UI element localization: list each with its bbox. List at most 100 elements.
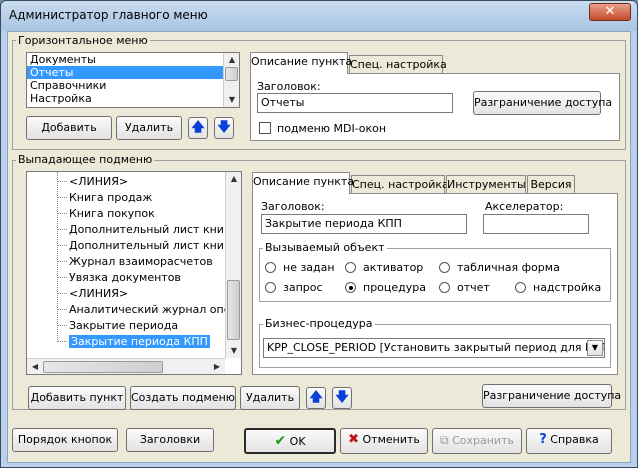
tree-item[interactable]: Аналитический журнал операц: [69, 303, 241, 316]
scroll-thumb[interactable]: [227, 280, 240, 340]
scroll-up-icon[interactable]: ▲: [224, 53, 239, 67]
ok-label: OK: [289, 435, 306, 448]
tree-item-selected[interactable]: Закрытие периода КПП: [69, 335, 210, 348]
move-item-down-button[interactable]: 🡇: [332, 387, 352, 409]
radio-addon-label: надстройка: [533, 281, 602, 294]
mdi-checkbox[interactable]: [259, 122, 271, 134]
tree-horizontal-scrollbar[interactable]: ◀ ▶: [27, 358, 225, 374]
tree-item[interactable]: Увязка документов: [69, 271, 181, 284]
tab-item-description[interactable]: Описание пункта: [250, 52, 352, 74]
tree-connector: [57, 341, 67, 342]
dropdown-menu-label: Выпадающее подменю: [16, 153, 155, 166]
scroll-up-icon[interactable]: ▲: [226, 172, 241, 186]
close-button[interactable]: ✕: [589, 3, 631, 21]
submenu-tree[interactable]: <ЛИНИЯ> Книга продаж Книга покупок Допол…: [26, 171, 242, 375]
tree-item[interactable]: Книга покупок: [69, 207, 155, 220]
save-label: Сохранить: [452, 434, 514, 447]
tree-item[interactable]: Книга продаж: [69, 191, 152, 204]
dialog-client: Горизонтальное меню Документы Отчеты Спр…: [7, 31, 631, 463]
list-scrollbar[interactable]: ▲ ▼: [223, 53, 239, 107]
delete-button[interactable]: Удалить: [116, 116, 182, 140]
list-item[interactable]: Справочники: [27, 79, 239, 92]
tab-version[interactable]: Версия: [527, 175, 575, 195]
radio-report-label: отчет: [457, 281, 490, 294]
save-button[interactable]: ⧉ Сохранить: [432, 428, 522, 454]
tree-connector: [57, 197, 67, 198]
tree-item[interactable]: <ЛИНИЯ>: [69, 287, 128, 300]
cancel-label: Отменить: [362, 433, 420, 446]
list-item[interactable]: Настройка: [27, 92, 239, 105]
tree-connector: [57, 181, 67, 182]
chevron-down-icon[interactable]: ▼: [587, 340, 603, 356]
headings-button[interactable]: Заголовки: [126, 428, 214, 452]
radio-report[interactable]: [439, 282, 450, 293]
tree-vertical-scrollbar[interactable]: ▲ ▼: [225, 172, 241, 358]
scroll-right-icon[interactable]: ▶: [209, 360, 225, 374]
move-item-up-button[interactable]: 🡅: [306, 387, 326, 409]
called-object-label: Вызываемый объект: [263, 241, 387, 254]
radio-activator[interactable]: [345, 262, 356, 273]
add-button[interactable]: Добавить: [26, 116, 112, 140]
list-item[interactable]: Документы: [27, 53, 239, 66]
scroll-down-icon[interactable]: ▼: [226, 344, 241, 358]
ok-button[interactable]: ✔ OK: [244, 428, 336, 454]
horizontal-menu-list[interactable]: Документы Отчеты Справочники Настройка ▲…: [26, 52, 240, 108]
cancel-button[interactable]: ✖ Отменить: [340, 428, 428, 454]
tree-connector: [57, 213, 67, 214]
tree-connector: [57, 293, 67, 294]
tree-item[interactable]: Дополнительный лист книги г: [69, 239, 241, 252]
tab-tools[interactable]: Инструменты: [446, 175, 526, 195]
add-item-button[interactable]: Добавить пункт: [28, 386, 126, 410]
radio-procedure[interactable]: [345, 282, 356, 293]
radio-activator-label: активатор: [363, 261, 424, 274]
title-bar[interactable]: Администратор главного меню ✕: [1, 1, 637, 31]
tab-special-settings[interactable]: Спец. настройка: [351, 175, 449, 195]
tab-special-settings[interactable]: Спец. настройка: [349, 55, 447, 75]
radio-query-label: запрос: [283, 281, 323, 294]
list-item[interactable]: Отчеты: [27, 66, 239, 79]
tree-item[interactable]: <ЛИНИЯ>: [69, 175, 128, 188]
scroll-thumb[interactable]: [43, 361, 163, 373]
radio-query[interactable]: [265, 282, 276, 293]
business-procedure-value: KPP_CLOSE_PERIOD [Установить закрытый пе…: [267, 341, 605, 354]
radio-table-form[interactable]: [439, 262, 450, 273]
tree-item[interactable]: Дополнительный лист книги п: [69, 223, 241, 236]
submenu-access-button[interactable]: Разграничение доступа: [482, 384, 621, 408]
heading-input[interactable]: Закрытие периода КПП: [261, 214, 467, 234]
scroll-down-icon[interactable]: ▼: [224, 93, 239, 107]
tree-connector: [57, 309, 67, 310]
accelerator-input[interactable]: [483, 214, 589, 234]
scroll-thumb[interactable]: [225, 67, 238, 81]
tree-connector: [57, 229, 67, 230]
main-window: Администратор главного меню ✕ Горизонтал…: [0, 0, 638, 468]
business-procedure-select[interactable]: KPP_CLOSE_PERIOD [Установить закрытый пе…: [263, 338, 605, 358]
window-title: Администратор главного меню: [9, 8, 208, 22]
tree-connector: [57, 325, 67, 326]
help-button[interactable]: ? Справка: [526, 428, 612, 454]
create-submenu-button[interactable]: Создать подменю: [130, 386, 236, 410]
item-description-panel: Заголовок: Отчеты Разграничение доступа …: [250, 73, 620, 141]
radio-addon[interactable]: [515, 282, 526, 293]
access-control-button[interactable]: Разграничение доступа: [473, 91, 612, 115]
check-icon: ✔: [274, 433, 287, 449]
delete-item-button[interactable]: Удалить: [240, 386, 300, 410]
radio-not-set[interactable]: [265, 262, 276, 273]
button-order-button[interactable]: Порядок кнопок: [12, 428, 118, 452]
copy-icon: ⧉: [440, 433, 449, 447]
tree-item[interactable]: Закрытие периода: [69, 319, 178, 332]
heading-input[interactable]: Отчеты: [257, 93, 453, 113]
help-label: Справка: [550, 433, 599, 446]
scroll-left-icon[interactable]: ◀: [27, 360, 43, 374]
arrow-up-icon: 🡅: [191, 120, 205, 135]
tab-item-description[interactable]: Описание пункта: [252, 172, 354, 194]
tree-connector: [57, 261, 67, 262]
arrow-up-icon: 🡅: [309, 390, 323, 405]
mdi-label: подменю MDI-окон: [277, 122, 387, 135]
tree-item[interactable]: Журнал взаиморасчетов: [69, 255, 213, 268]
horizontal-menu-label: Горизонтальное меню: [16, 34, 150, 47]
move-down-button[interactable]: 🡇: [214, 117, 234, 139]
heading-label: Заголовок:: [261, 200, 325, 213]
move-up-button[interactable]: 🡅: [188, 117, 208, 139]
arrow-down-icon: 🡇: [217, 120, 231, 135]
cross-icon: ✖: [348, 432, 360, 447]
